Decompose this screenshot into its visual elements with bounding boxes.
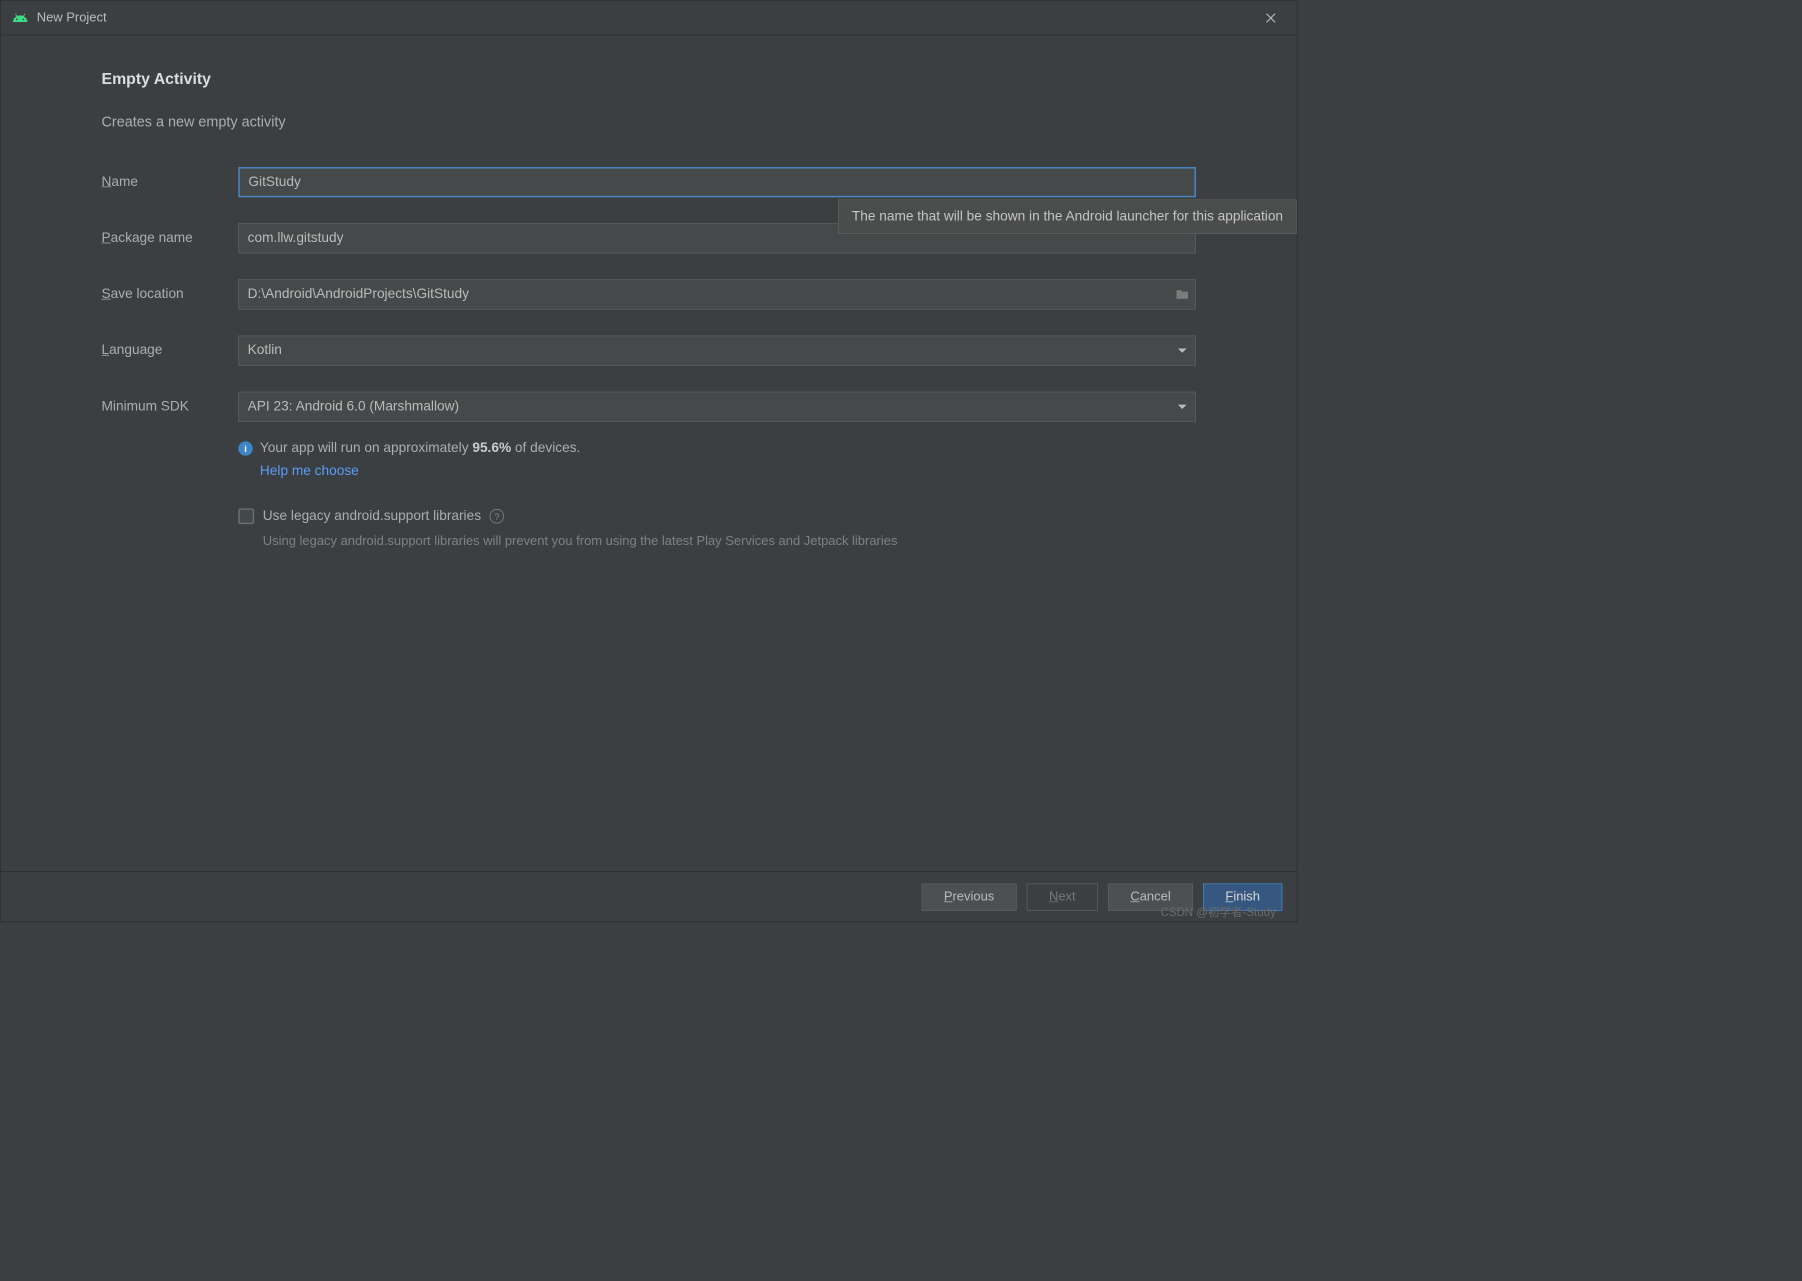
name-row: Name [102, 167, 1196, 197]
window-title: New Project [37, 10, 107, 25]
language-value: Kotlin [248, 343, 282, 359]
name-label: Name [102, 174, 239, 190]
language-row: Language Kotlin [102, 336, 1196, 366]
previous-button[interactable]: Previous [922, 883, 1017, 910]
titlebar: New Project [1, 1, 1297, 36]
help-me-choose-link[interactable]: Help me choose [260, 464, 1196, 480]
android-icon [12, 10, 28, 26]
legacy-checkbox-row: Use legacy android.support libraries ? [238, 508, 1196, 524]
legacy-help-text: Using legacy android.support libraries w… [263, 531, 1196, 550]
min-sdk-select[interactable]: API 23: Android 6.0 (Marshmallow) [238, 392, 1196, 422]
name-input[interactable] [238, 167, 1196, 197]
min-sdk-value: API 23: Android 6.0 (Marshmallow) [248, 399, 459, 415]
min-sdk-label: Minimum SDK [102, 399, 239, 415]
language-label: Language [102, 343, 239, 359]
info-icon: i [238, 441, 252, 455]
name-tooltip: The name that will be shown in the Andro… [838, 199, 1297, 234]
page-subtitle: Creates a new empty activity [102, 114, 1196, 131]
folder-icon [1175, 289, 1189, 301]
browse-folder-button[interactable] [1169, 289, 1195, 301]
legacy-section: Use legacy android.support libraries ? U… [238, 508, 1196, 550]
chevron-down-icon [1178, 405, 1187, 409]
min-sdk-row: Minimum SDK API 23: Android 6.0 (Marshma… [102, 392, 1196, 422]
chevron-down-icon [1178, 348, 1187, 352]
new-project-dialog: New Project Empty Activity Creates a new… [0, 0, 1297, 922]
close-icon [1266, 13, 1276, 23]
sdk-info-line: i Your app will run on approximately 95.… [238, 441, 1196, 457]
save-location-row: Save location [102, 279, 1196, 309]
save-location-input[interactable] [239, 280, 1169, 309]
next-button: Next [1027, 883, 1098, 910]
save-location-label: Save location [102, 287, 239, 303]
dialog-footer: Previous Next Cancel Finish [1, 871, 1297, 921]
save-location-field [238, 279, 1196, 309]
content-area: Empty Activity Creates a new empty activ… [1, 35, 1297, 871]
sdk-info-section: i Your app will run on approximately 95.… [238, 441, 1196, 480]
sdk-coverage-text: Your app will run on approximately 95.6%… [260, 441, 580, 457]
page-heading: Empty Activity [102, 70, 1196, 89]
close-button[interactable] [1256, 3, 1285, 32]
legacy-label: Use legacy android.support libraries [263, 508, 481, 524]
package-label: Package name [102, 230, 239, 246]
language-select[interactable]: Kotlin [238, 336, 1196, 366]
legacy-checkbox[interactable] [238, 508, 254, 524]
legacy-help-button[interactable]: ? [490, 509, 504, 523]
watermark: CSDN @初学者-Study [1160, 902, 1275, 919]
